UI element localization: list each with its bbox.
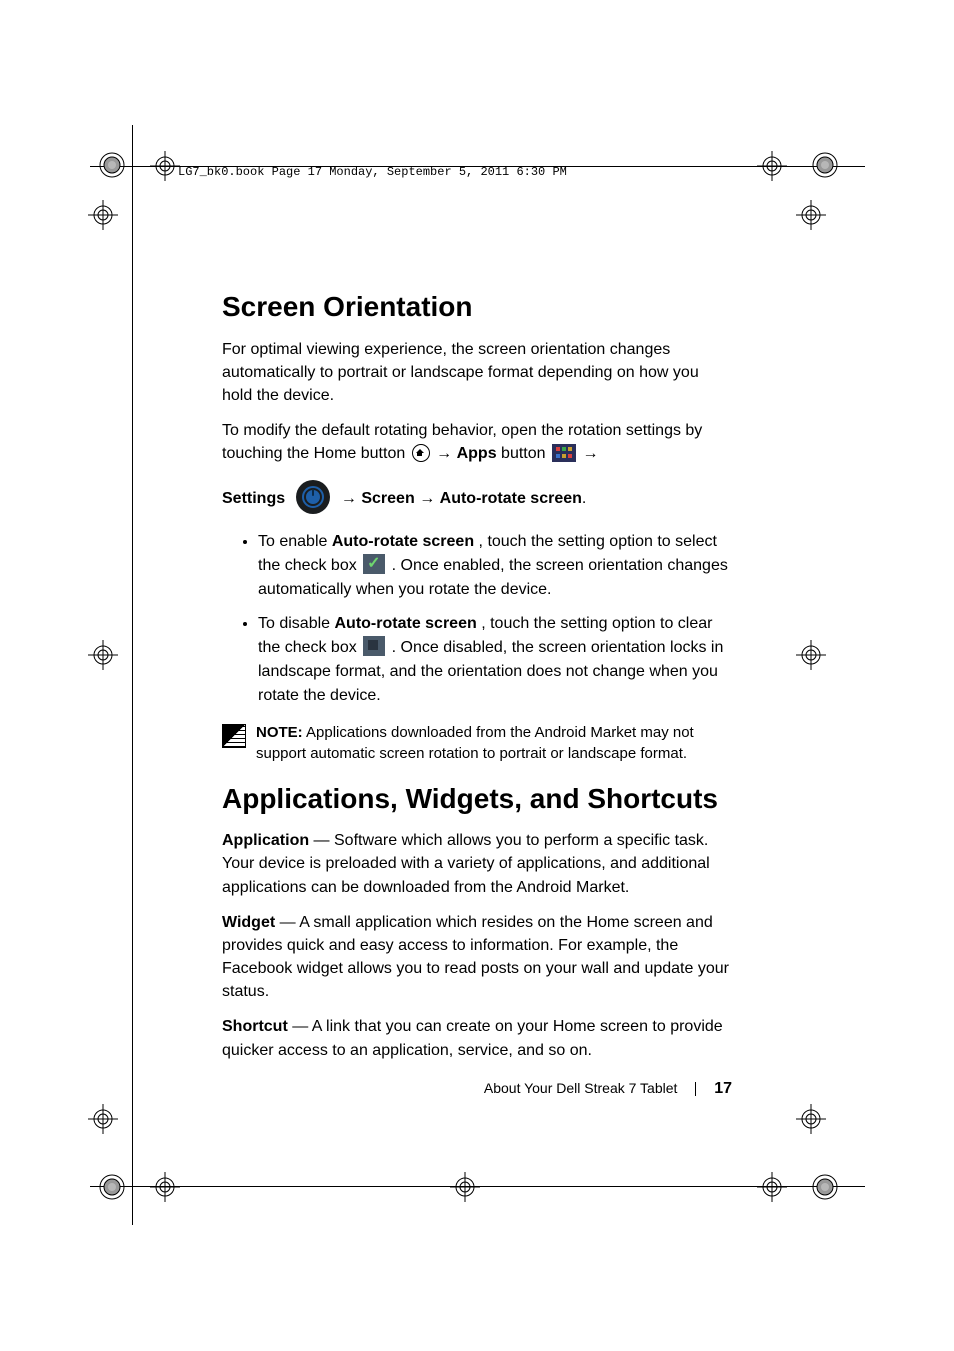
arrow-icon: →: [582, 445, 598, 462]
paragraph: For optimal viewing experience, the scre…: [222, 338, 732, 408]
label-settings: Settings: [222, 490, 285, 507]
text: Applications downloaded from the Android…: [256, 724, 694, 762]
crop-line: [132, 125, 133, 1225]
settings-icon: [296, 480, 330, 514]
note-label: NOTE:: [256, 724, 303, 741]
registration-mark: [95, 1170, 129, 1204]
nav-path: Settings → Screen → Auto-rotate screen.: [222, 482, 732, 516]
paragraph: Shortcut — A link that you can create on…: [222, 1015, 732, 1061]
registration-mark: [796, 200, 826, 230]
note-icon: [222, 724, 246, 748]
label-apps: Apps: [457, 445, 497, 462]
registration-mark: [796, 1104, 826, 1134]
book-header: LG7_bk0.book Page 17 Monday, September 5…: [178, 165, 567, 179]
note-block: NOTE: Applications downloaded from the A…: [222, 722, 732, 764]
home-icon: [412, 444, 430, 462]
text: — A link that you can create on your Hom…: [222, 1018, 723, 1058]
checkbox-unchecked-icon: [363, 636, 385, 656]
text: button: [501, 445, 550, 462]
registration-mark: [95, 148, 129, 182]
arrow-icon: →: [419, 490, 439, 507]
registration-mark: [88, 1104, 118, 1134]
registration-mark: [150, 1172, 180, 1202]
registration-mark: [757, 1172, 787, 1202]
text: — A small application which resides on t…: [222, 914, 729, 1001]
registration-mark: [150, 151, 180, 181]
list-item: To disable Auto-rotate screen , touch th…: [258, 612, 732, 708]
registration-mark: [808, 1170, 842, 1204]
term-application: Application: [222, 832, 309, 849]
paragraph: Widget — A small application which resid…: [222, 911, 732, 1004]
registration-mark: [88, 640, 118, 670]
registration-mark: [757, 151, 787, 181]
checkbox-checked-icon: [363, 554, 385, 574]
registration-mark: [796, 640, 826, 670]
paragraph: To modify the default rotating behavior,…: [222, 419, 732, 465]
page-footer: About Your Dell Streak 7 Tablet 17: [222, 1080, 732, 1098]
note-text: NOTE: Applications downloaded from the A…: [256, 722, 732, 764]
term-widget: Widget: [222, 914, 275, 931]
list-item: To enable Auto-rotate screen , touch the…: [258, 530, 732, 602]
arrow-icon: →: [341, 490, 361, 507]
heading-applications: Applications, Widgets, and Shortcuts: [222, 782, 732, 816]
label: Auto-rotate screen: [332, 533, 474, 550]
label-auto-rotate: Auto-rotate screen: [440, 490, 582, 507]
footer-text: About Your Dell Streak 7 Tablet: [484, 1080, 678, 1096]
term-shortcut: Shortcut: [222, 1018, 288, 1035]
label-screen: Screen: [361, 490, 414, 507]
label: Auto-rotate screen: [335, 615, 477, 632]
heading-screen-orientation: Screen Orientation: [222, 290, 732, 324]
text: To disable: [258, 615, 335, 632]
bullet-list: To enable Auto-rotate screen , touch the…: [222, 530, 732, 708]
text: To enable: [258, 533, 332, 550]
registration-mark: [808, 148, 842, 182]
footer-divider: [695, 1082, 696, 1096]
page-number: 17: [714, 1080, 732, 1097]
arrow-icon: →: [436, 445, 456, 462]
registration-mark: [88, 200, 118, 230]
registration-mark: [450, 1172, 480, 1202]
paragraph: Application — Software which allows you …: [222, 829, 732, 899]
page-content: Screen Orientation For optimal viewing e…: [222, 290, 732, 1074]
apps-grid-icon: [552, 444, 576, 462]
